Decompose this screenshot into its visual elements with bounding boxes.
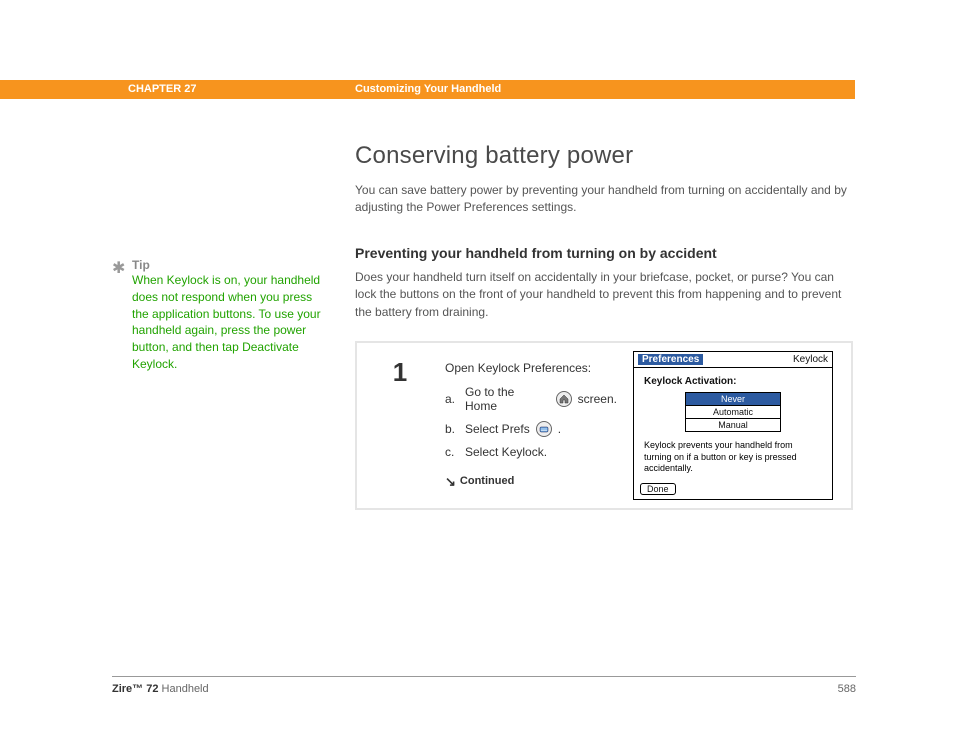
list-item: b. Select Prefs . [445, 421, 617, 437]
chapter-label: CHAPTER 27 [128, 83, 196, 95]
item-text-post: screen. [578, 392, 617, 406]
step-box: 1 Open Keylock Preferences: a. Go to the… [355, 341, 853, 510]
page-title: Conserving battery power [355, 142, 855, 170]
device-done-button: Done [640, 483, 676, 495]
tip-text: When Keylock is on, your handheld does n… [132, 272, 322, 373]
device-screenshot-col: Preferences Keylock Keylock Activation: … [623, 351, 843, 500]
device-corner-label: Keylock [793, 354, 828, 365]
device-heading: Keylock Activation: [644, 376, 822, 387]
item-text-post: . [558, 422, 561, 436]
item-marker: a. [445, 392, 459, 406]
product-rest: Handheld [158, 683, 208, 695]
item-text-pre: Select Prefs [465, 422, 530, 436]
device-preferences-label: Preferences [638, 354, 703, 365]
device-description: Keylock prevents your handheld from turn… [644, 440, 822, 475]
step-number-cell: 1 [365, 351, 435, 500]
arrow-down-right-icon: ↘ [445, 475, 456, 488]
tip-star-icon: ✱ [112, 258, 125, 278]
option-automatic: Automatic [685, 405, 781, 419]
step-list: a. Go to the Home screen. b. Select Pref… [445, 385, 617, 459]
item-marker: c. [445, 445, 459, 459]
device-options: Never Automatic Manual [685, 392, 781, 432]
prefs-icon [536, 421, 552, 437]
body-paragraph: Does your handheld turn itself on accide… [355, 269, 855, 321]
tip-label: Tip [132, 258, 322, 272]
option-never: Never [685, 392, 781, 406]
step-number: 1 [365, 357, 435, 388]
subheading: Preventing your handheld from turning on… [355, 245, 855, 261]
home-icon [556, 391, 572, 407]
item-text-pre: Go to the Home [465, 385, 550, 413]
intro-paragraph: You can save battery power by preventing… [355, 182, 855, 217]
continued-label: Continued [460, 475, 514, 487]
list-item: a. Go to the Home screen. [445, 385, 617, 413]
product-name: Zire™ 72 Handheld [112, 683, 209, 695]
page-footer: Zire™ 72 Handheld 588 [112, 676, 856, 695]
continued-marker: ↘ Continued [445, 475, 617, 488]
header-bar: CHAPTER 27 Customizing Your Handheld [0, 80, 855, 99]
device-body: Keylock Activation: Never Automatic Manu… [634, 368, 832, 499]
option-manual: Manual [685, 418, 781, 432]
list-item: c. Select Keylock. [445, 445, 617, 459]
device-screenshot: Preferences Keylock Keylock Activation: … [633, 351, 833, 500]
main-content: Conserving battery power You can save ba… [355, 142, 855, 510]
tip-block: ✱ Tip When Keylock is on, your handheld … [112, 258, 322, 373]
item-text: Select Keylock. [465, 445, 547, 459]
page-number: 588 [838, 683, 856, 695]
step-body: Open Keylock Preferences: a. Go to the H… [435, 351, 623, 500]
item-marker: b. [445, 422, 459, 436]
section-label: Customizing Your Handheld [355, 83, 501, 95]
device-titlebar: Preferences Keylock [634, 352, 832, 368]
step-lead: Open Keylock Preferences: [445, 361, 617, 375]
product-bold: Zire™ 72 [112, 683, 158, 695]
